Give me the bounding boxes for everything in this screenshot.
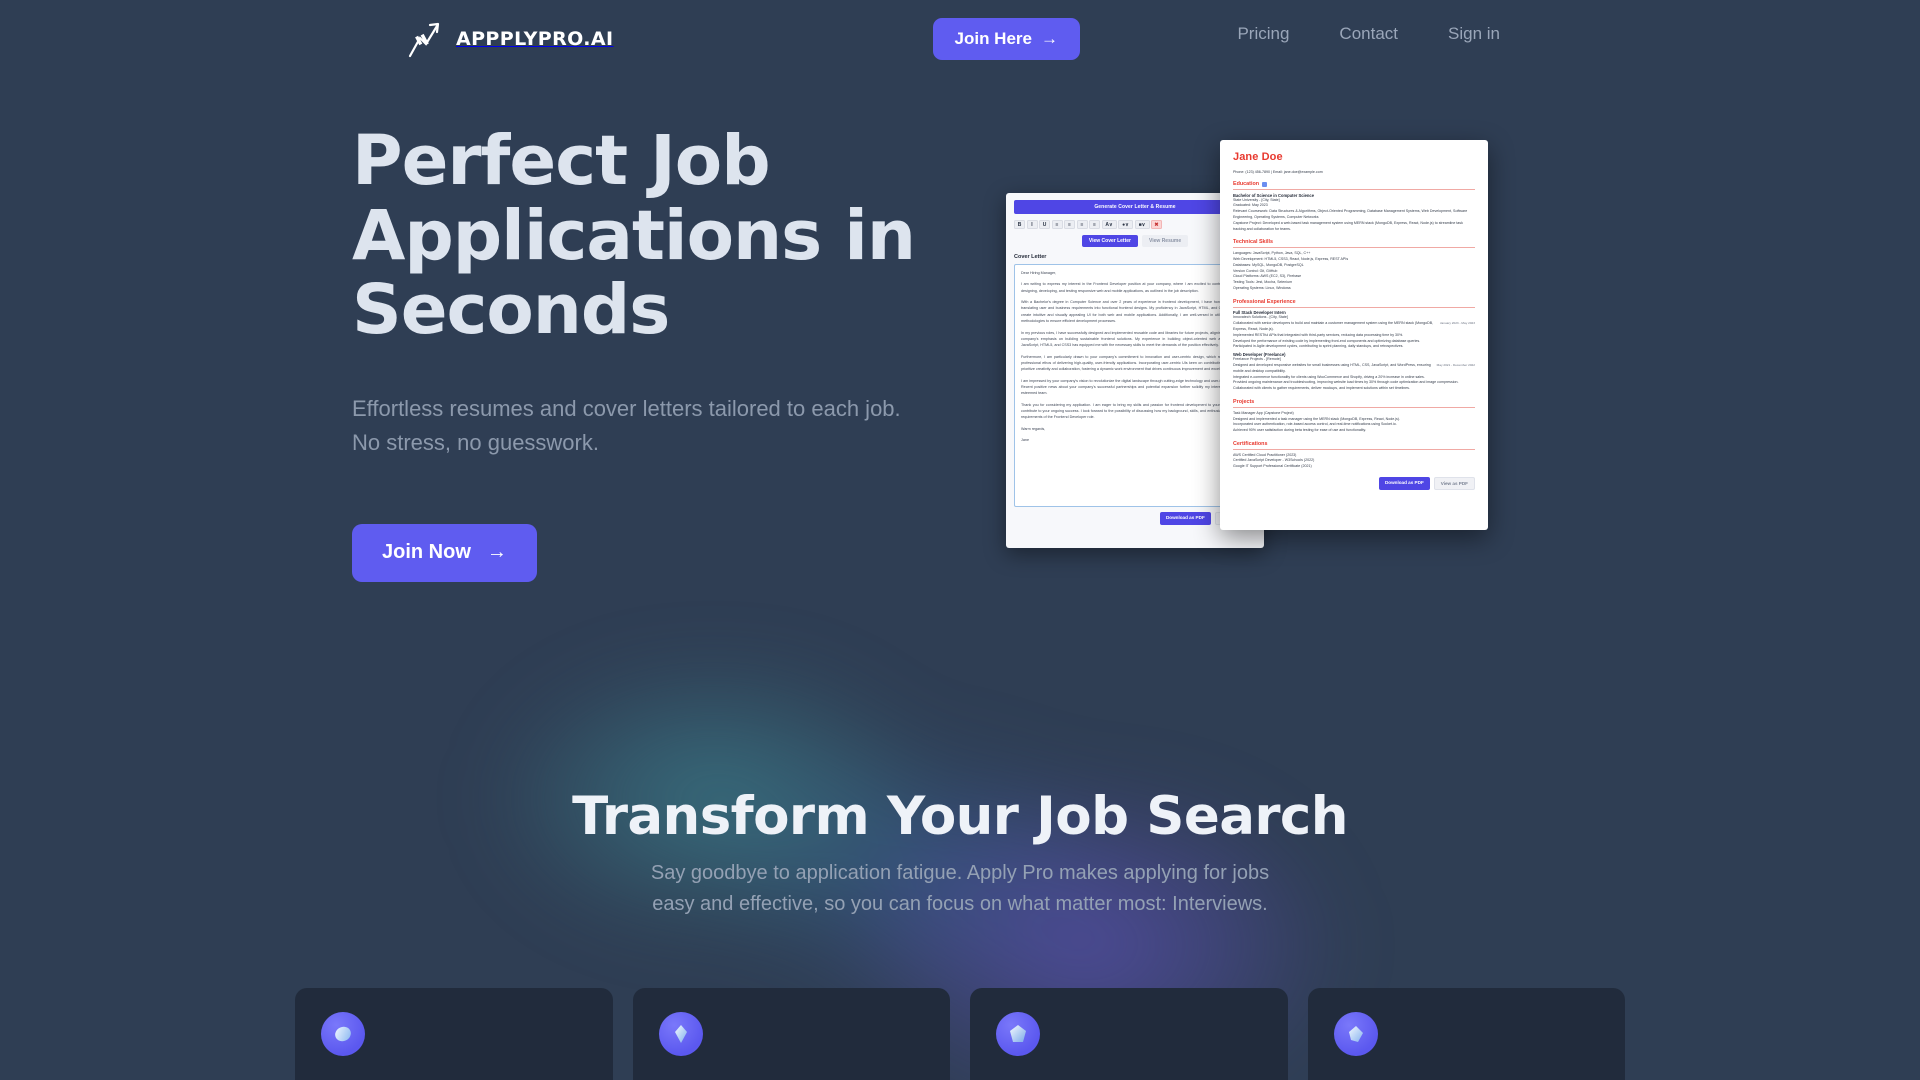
clear-format-icon[interactable]: ✖ <box>1151 220 1162 229</box>
feature-cards <box>295 988 1625 1080</box>
hero-subtitle: Effortless resumes and cover letters tai… <box>352 395 901 455</box>
nav-link-sign-in[interactable]: Sign in <box>1448 24 1500 44</box>
section-title: Projects <box>1233 399 1255 406</box>
resume-actions: Download as PDF View as PDF <box>1233 476 1475 490</box>
resume-section-projects: Projects <box>1233 399 1475 405</box>
resume-section-certifications: Certifications <box>1233 441 1475 447</box>
feature-card[interactable] <box>970 988 1288 1080</box>
cover-letter-paragraph: In my previous roles, I have successfull… <box>1021 330 1249 348</box>
section-title: Education <box>1233 181 1260 187</box>
hero-product-mockups: Generate Cover Letter & Resume B I U ≡ ≡… <box>1000 140 1540 560</box>
nav-link-pricing[interactable]: Pricing <box>1237 24 1289 44</box>
arrow-right-icon: → <box>486 541 507 564</box>
feature-card[interactable] <box>295 988 613 1080</box>
brand-name: APPPLYPRO.AI <box>456 28 614 50</box>
cover-letter-paragraph: I am impressed by your company's vision … <box>1021 378 1249 396</box>
resume-candidate-name: Jane Doe <box>1233 151 1283 163</box>
divider <box>1233 407 1475 408</box>
cover-letter-paragraph: Jane <box>1021 438 1029 443</box>
resume-contact-line: Phone: (123) 456-7890 | Email: jane.doe@… <box>1233 170 1323 174</box>
join-here-button[interactable]: Join Here → <box>932 18 1080 60</box>
divider <box>1233 247 1475 249</box>
resume-entry-line: Relevant Coursework: Data Structures & A… <box>1233 209 1468 220</box>
resume-entry-line: Google IT Support Professional Certifica… <box>1233 464 1312 469</box>
resume-entry-date: January 2023 - May 2023 <box>1439 321 1475 326</box>
gem-crystal-icon <box>1333 1012 1378 1056</box>
gem-diamond-icon <box>658 1012 703 1056</box>
gem-circle-icon <box>321 1012 365 1056</box>
resume-entry-line: Achieved 90% user satisfaction during be… <box>1233 428 1366 433</box>
divider <box>1233 189 1475 190</box>
cover-letter-paragraph: Furthermore, I am particularly drawn to … <box>1021 354 1249 372</box>
align-left-icon[interactable]: ≡ <box>1051 220 1063 229</box>
resume-section-professional-experience: Professional Experience <box>1233 299 1475 305</box>
download-as-pdf-button[interactable]: Download as PDF <box>1159 512 1211 525</box>
copy-icon[interactable] <box>1262 181 1268 187</box>
brand-logo[interactable]: APPPLYPRO.AI <box>404 18 613 60</box>
features-section: Transform Your Job Search Say goodbye to… <box>0 660 1920 1080</box>
section-title: Technical Skills <box>1233 239 1274 246</box>
resume-entry-line: Capstone Project: Developed a web-based … <box>1233 220 1463 231</box>
feature-card[interactable] <box>1307 988 1625 1080</box>
italic-icon[interactable]: I <box>1026 220 1038 229</box>
growth-arrow-chart-icon <box>404 18 446 60</box>
cover-letter-paragraph: Dear Hiring Manager, <box>1021 271 1057 275</box>
download-as-pdf-button[interactable]: Download as PDF <box>1378 476 1430 490</box>
resume-entry-date: May 2021 - December 2022 <box>1436 363 1475 368</box>
hero-title: Perfect Job Applications in Seconds <box>352 121 916 351</box>
join-here-label: Join Here <box>954 29 1032 48</box>
join-now-label: Join Now <box>382 541 471 564</box>
nav-link-contact[interactable]: Contact <box>1339 24 1398 44</box>
tab-view-resume[interactable]: View Resume <box>1142 235 1189 247</box>
cover-letter-paragraph: Warm regards, <box>1021 426 1046 431</box>
divider <box>1233 306 1475 308</box>
resume-entry-line: Operating Systems: Linux, Windows <box>1233 285 1291 290</box>
highlight-icon[interactable]: ■∨ <box>1134 220 1150 229</box>
landing-page: APPPLYPRO.AI Pricing Contact Sign in Joi… <box>0 0 1920 1080</box>
cover-letter-paragraph: Thank you for considering my application… <box>1021 402 1249 420</box>
arrow-right-icon: → <box>1041 29 1058 48</box>
navbar: APPPLYPRO.AI Pricing Contact Sign in Joi… <box>0 0 1920 80</box>
resume-section-education: Education <box>1233 181 1475 187</box>
join-now-button[interactable]: Join Now → <box>352 523 537 582</box>
features-title: Transform Your Job Search <box>572 786 1348 847</box>
view-as-pdf-button[interactable]: View as PDF <box>1433 476 1475 490</box>
align-right-icon[interactable]: ≡ <box>1076 220 1088 229</box>
hero-copy: Perfect Job Applications in Seconds Effo… <box>352 124 972 582</box>
cover-letter-paragraph: With a Bachelor's degree in Computer Sci… <box>1021 300 1249 324</box>
gem-facet-icon <box>996 1012 1040 1056</box>
cover-letter-paragraph: I am writing to express my interest in t… <box>1021 282 1249 293</box>
align-center-icon[interactable]: ≡ <box>1064 220 1075 229</box>
features-subtitle: Say goodbye to application fatigue. Appl… <box>650 862 1270 915</box>
text-color-icon[interactable]: ●∨ <box>1118 220 1133 229</box>
resume-entry-line: Collaborated with senior developers to b… <box>1233 321 1434 331</box>
divider <box>1233 448 1475 450</box>
nav-links: Pricing Contact Sign in <box>1237 24 1500 44</box>
align-justify-icon[interactable]: ≡ <box>1089 220 1100 229</box>
resume-entry-line: Participated in Agile development cycles… <box>1233 344 1404 349</box>
tab-view-cover-letter[interactable]: View Cover Letter <box>1081 235 1138 247</box>
section-title: Professional Experience <box>1233 298 1296 305</box>
feature-card[interactable] <box>632 988 950 1080</box>
resume-section-technical-skills: Technical Skills <box>1233 239 1475 245</box>
hero-section: Perfect Job Applications in Seconds Effo… <box>0 0 1920 700</box>
underline-icon[interactable]: U <box>1039 220 1050 229</box>
resume-preview-mockup: Jane Doe Phone: (123) 456-7890 | Email: … <box>1220 140 1488 530</box>
font-size-icon[interactable]: A∨ <box>1101 220 1117 229</box>
section-title: Certifications <box>1233 440 1268 447</box>
resume-entry-line: Collaborated with clients to gather requ… <box>1233 386 1410 391</box>
bold-icon[interactable]: B <box>1014 220 1025 229</box>
